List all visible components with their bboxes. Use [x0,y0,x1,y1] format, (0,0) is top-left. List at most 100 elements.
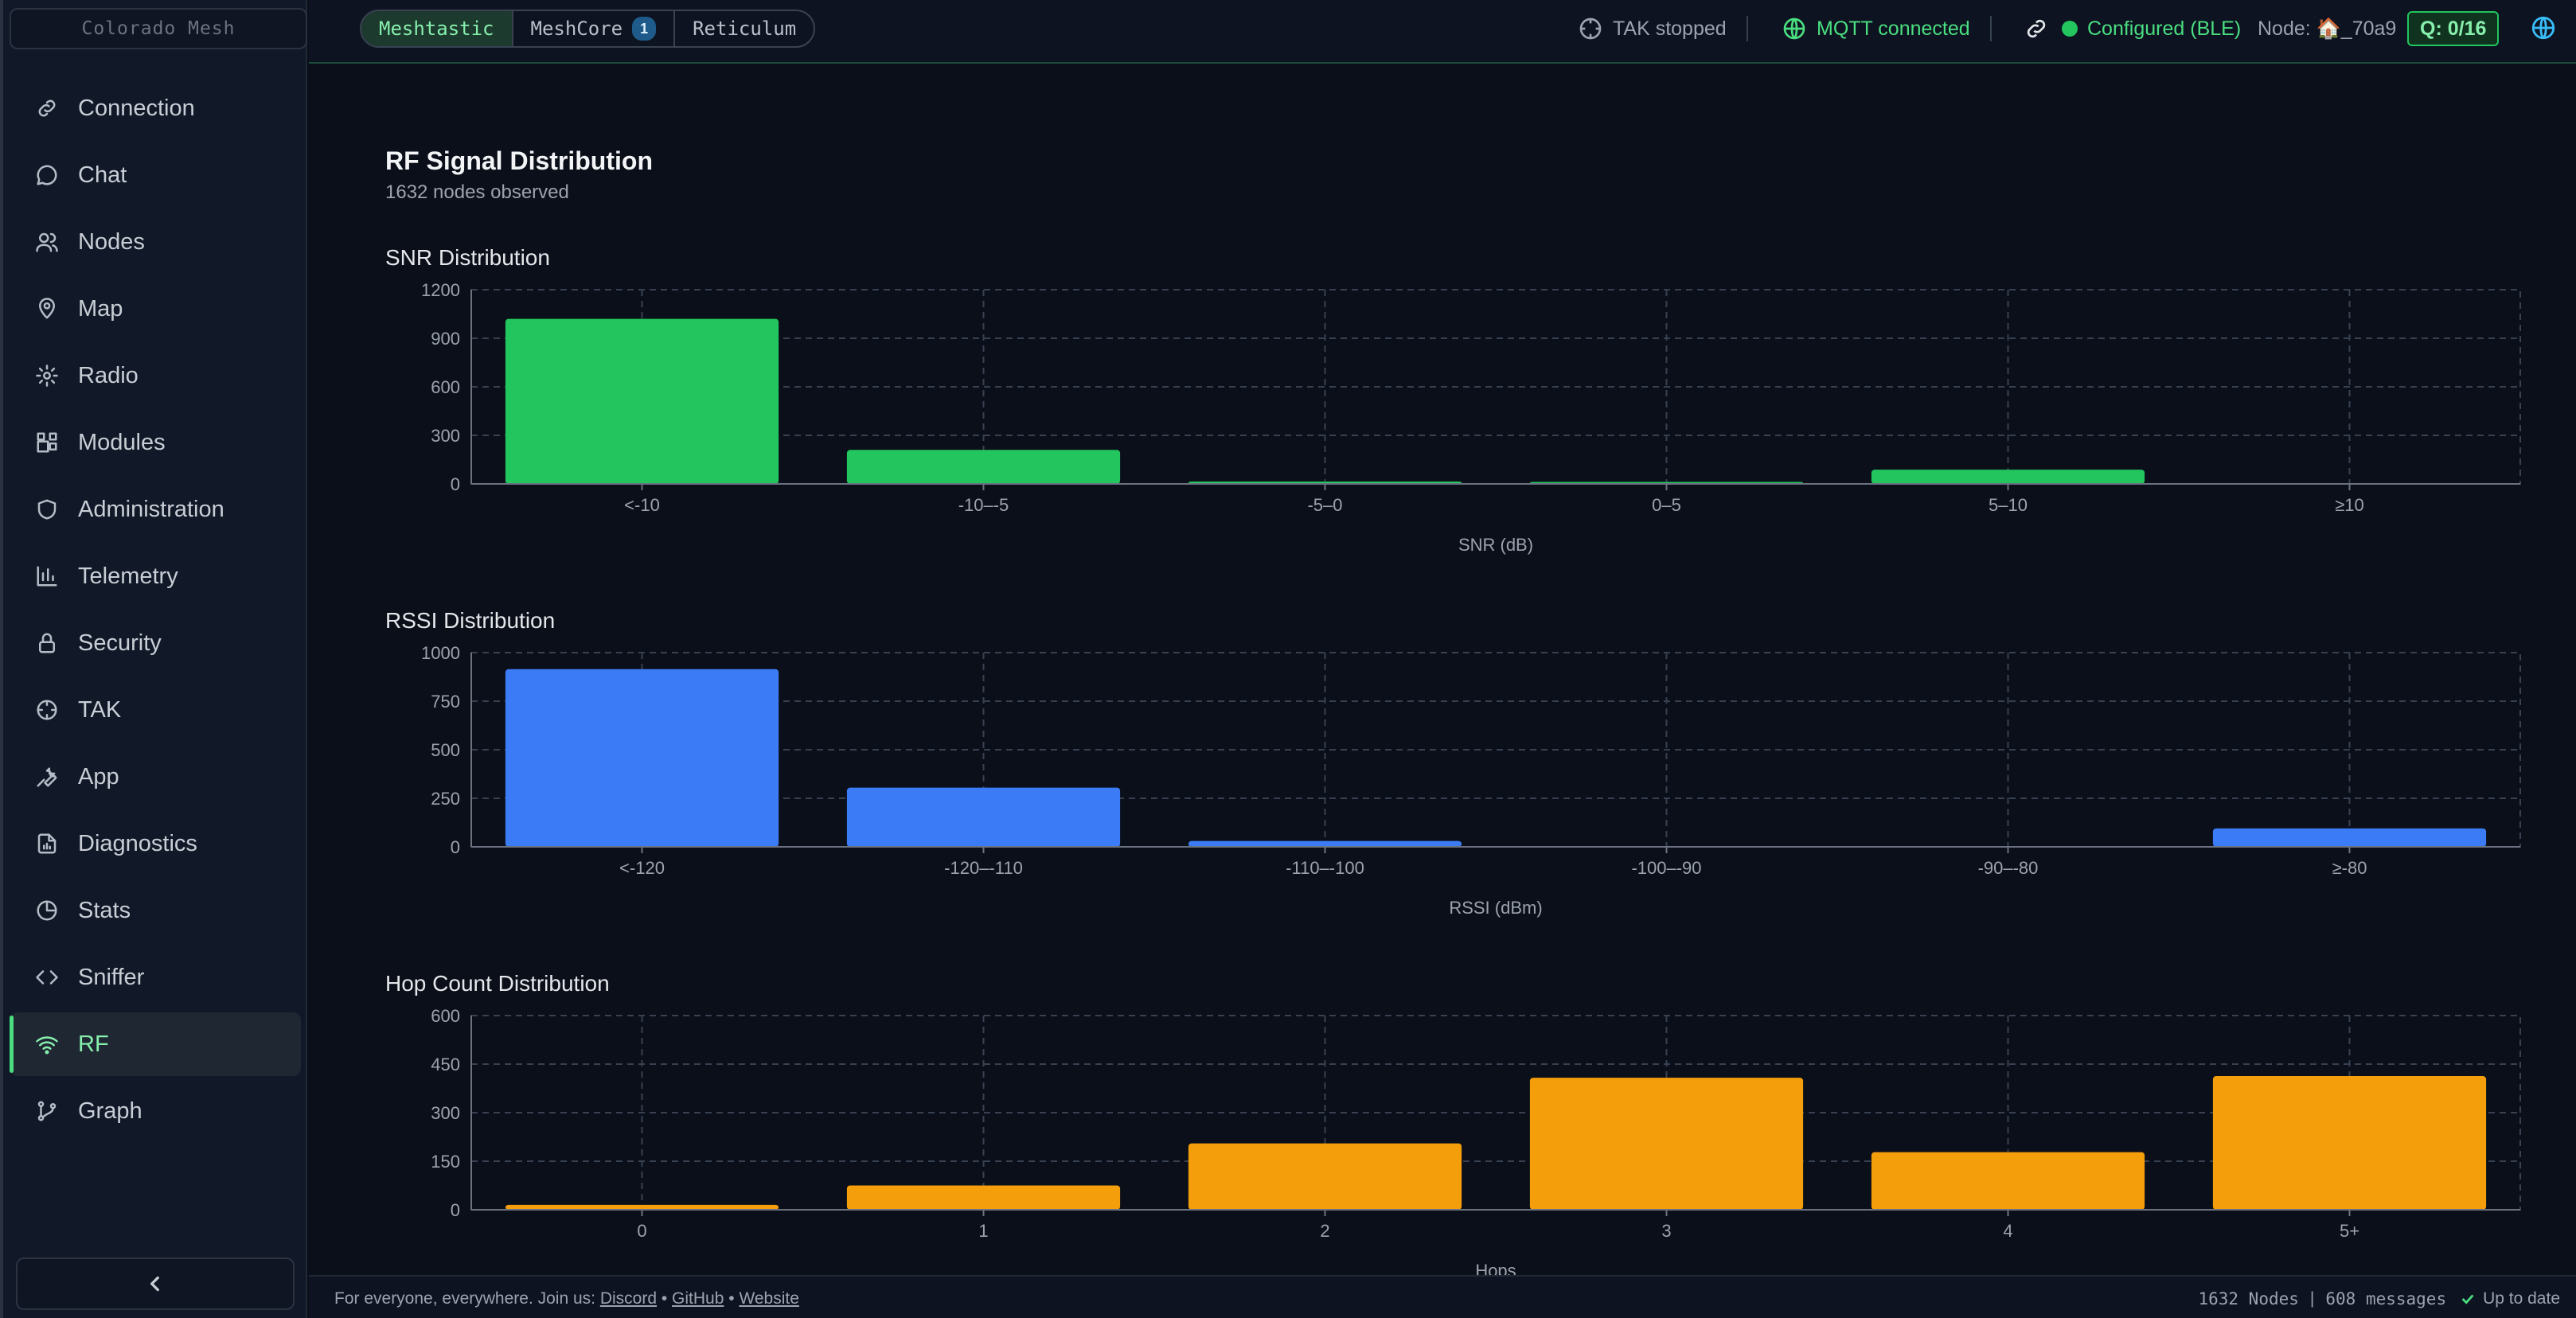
x-tick-label: ≥-80 [2332,858,2367,878]
y-tick-label: 600 [431,1006,460,1026]
sidebar-item-app[interactable]: App [10,745,301,809]
github-link[interactable]: GitHub [672,1289,724,1308]
bar[interactable] [505,318,779,484]
y-tick-label: 0 [451,1200,460,1220]
main-content: RF Signal Distribution 1632 nodes observ… [309,65,2576,1275]
crosshair-icon [1579,18,1602,40]
collapse-sidebar-button[interactable] [16,1258,295,1310]
bar[interactable] [1188,840,1462,847]
mesh-name[interactable]: Colorado Mesh [10,8,307,49]
hop-chart-title: Hop Count Distribution [385,971,610,996]
bar[interactable] [846,1185,1121,1211]
sidebar-item-label: Telemetry [78,563,178,589]
mqtt-status-label: MQTT connected [1817,17,1970,40]
sidebar-item-rf[interactable]: RF [10,1012,301,1076]
y-tick-label: 250 [431,789,460,809]
sidebar-item-label: Connection [78,95,195,121]
footer-tagline-row: For everyone, everywhere. Join us: Disco… [334,1289,799,1308]
top-bar: Meshtastic MeshCore 1 Reticulum TAK stopp… [309,0,2576,64]
wrench-icon [33,763,60,790]
bar[interactable] [2212,1076,2487,1210]
divider [1990,16,1992,41]
sidebar-item-label: Administration [78,496,224,522]
sidebar-item-administration[interactable]: Administration [10,478,301,541]
tab-reticulum[interactable]: Reticulum [675,11,814,46]
message-count: 608 messages [2325,1289,2447,1308]
y-tick-label: 300 [431,426,460,446]
users-icon [33,228,60,255]
x-tick-label: 1 [978,1221,988,1241]
footer: For everyone, everywhere. Join us: Disco… [309,1275,2576,1318]
sidebar-item-label: Chat [78,162,127,188]
tab-meshcore[interactable]: MeshCore 1 [513,11,676,46]
x-tick-label: -10–-5 [958,495,1009,515]
globe-icon [1783,18,1805,40]
y-tick-label: 1200 [421,280,460,300]
bar[interactable] [505,669,779,847]
sidebar-item-map[interactable]: Map [10,277,301,341]
snr-chart-title: SNR Distribution [385,245,550,270]
wifi-icon [33,1031,60,1058]
x-tick-label: 0 [637,1221,646,1241]
mqtt-status[interactable]: MQTT connected [1782,11,1970,46]
chevron-left-icon [150,1276,159,1292]
sidebar-item-nodes[interactable]: Nodes [10,210,301,274]
map-pin-icon [33,295,60,322]
bar[interactable] [1188,1143,1462,1210]
sidebar-item-tak[interactable]: TAK [10,678,301,742]
rssi-distribution-chart: 0 250 500 750 1000 <-120 -120–-110 -110–-100 -10… [421,643,2521,918]
bar[interactable] [846,787,1121,847]
bar[interactable] [1871,1152,2145,1210]
x-tick-label: -5–0 [1307,495,1342,515]
bar[interactable] [1529,1078,1804,1210]
y-tick-label: 1000 [421,643,460,663]
bar[interactable] [846,450,1121,484]
bar[interactable] [1871,470,2145,484]
crosshair-icon [33,696,60,723]
tab-label: MeshCore [530,18,623,40]
sidebar-item-stats[interactable]: Stats [10,879,301,942]
hop-count-distribution-chart: 0 150 300 450 600 0 1 2 3 4 5+ Hops [431,1006,2521,1275]
connection-status[interactable]: Configured (BLE) [2024,11,2241,46]
sidebar-item-modules[interactable]: Modules [10,411,301,474]
x-tick-label: 0–5 [1652,495,1681,515]
tab-label: Meshtastic [379,18,494,40]
node-id-label: Node: 🏠_70a9 [2258,17,2397,40]
sidebar-item-graph[interactable]: Graph [10,1079,301,1143]
sidebar-item-diagnostics[interactable]: Diagnostics [10,812,301,875]
website-link[interactable]: Website [739,1289,798,1308]
bar[interactable] [2212,828,2487,847]
config-status-label: Configured (BLE) [2087,17,2242,40]
discord-link[interactable]: Discord [600,1289,657,1308]
tak-status[interactable]: TAK stopped [1578,11,1727,46]
update-status: Up to date [2483,1289,2560,1308]
language-button[interactable] [2530,14,2557,45]
link-icon [2027,19,2046,38]
y-tick-label: 900 [431,329,460,349]
footer-stats: 1632 Nodes | 608 messages Up to date [2198,1289,2560,1308]
chat-icon [33,162,60,189]
protocol-tabs: Meshtastic MeshCore 1 Reticulum [360,10,816,48]
sidebar-item-security[interactable]: Security [10,611,301,675]
x-tick-label: 4 [2003,1221,2012,1241]
sidebar-item-connection[interactable]: Connection [10,76,301,140]
x-tick-label: ≥10 [2335,495,2364,515]
sidebar: Colorado Mesh Connection Chat Nodes Map Radi… [0,0,307,1318]
sidebar-item-label: Radio [78,362,139,388]
sidebar-item-label: Stats [78,897,131,923]
file-chart-icon [33,830,60,857]
x-tick-label: 2 [1320,1221,1329,1241]
sidebar-item-telemetry[interactable]: Telemetry [10,544,301,608]
bar-chart-icon [33,563,60,590]
y-tick-label: 450 [431,1055,460,1074]
tab-meshtastic[interactable]: Meshtastic [361,11,513,46]
queue-badge[interactable]: Q: 0/16 [2407,11,2500,46]
code-icon [33,964,60,991]
sidebar-item-sniffer[interactable]: Sniffer [10,946,301,1009]
x-tick-label: 5+ [2340,1221,2359,1241]
globe-icon [2531,16,2555,40]
sidebar-item-radio[interactable]: Radio [10,344,301,407]
sidebar-item-chat[interactable]: Chat [10,143,301,207]
y-tick-label: 0 [451,837,460,857]
x-axis-label: Hops [1475,1261,1516,1275]
